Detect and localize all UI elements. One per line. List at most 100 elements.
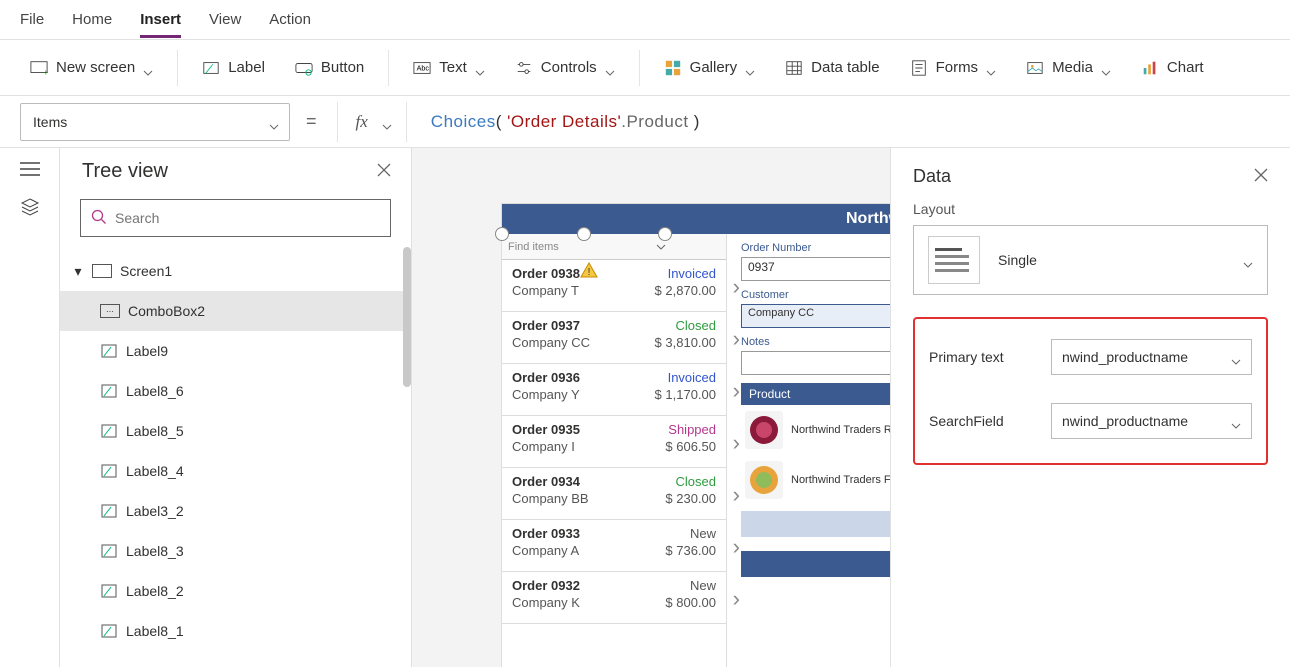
order-amount: $ 1,170.00 <box>655 387 716 402</box>
menu-home[interactable]: Home <box>72 11 112 28</box>
order-status: Invoiced <box>668 266 716 281</box>
tree-node-label: Label8_2 <box>126 583 184 599</box>
chevron-down-icon[interactable] <box>656 241 666 253</box>
chart-button[interactable]: Chart <box>1131 53 1214 83</box>
separator <box>639 50 640 86</box>
layout-selector[interactable]: Single <box>913 225 1268 295</box>
order-list-item[interactable]: Order 0936InvoicedCompany Y$ 1,170.00› <box>502 364 726 416</box>
tree-view-pane: Tree view ▾ Screen1 ⋯ComboBox2Label9Labe… <box>60 148 412 667</box>
formula-prop: .Product <box>621 112 688 131</box>
forms-btn-text: Forms <box>936 59 979 76</box>
tree-title: Tree view <box>82 160 168 183</box>
controls-button[interactable]: Controls <box>505 53 625 83</box>
menu-insert[interactable]: Insert <box>140 11 181 38</box>
tree-node[interactable]: Label8_6 <box>60 371 411 411</box>
selection-handle[interactable] <box>658 227 672 241</box>
left-rail <box>0 148 60 667</box>
tree-node[interactable]: ⋯ComboBox2 <box>60 291 411 331</box>
chevron-right-icon: › <box>733 378 740 404</box>
chevron-down-icon[interactable] <box>382 117 392 127</box>
primary-text-select[interactable]: nwind_productname <box>1051 339 1252 375</box>
order-company: Company BB <box>512 491 589 506</box>
search-input[interactable] <box>115 210 380 226</box>
order-amount: $ 230.00 <box>665 491 716 506</box>
selection-handle[interactable] <box>495 227 509 241</box>
order-number: Order 0935 <box>512 422 580 437</box>
button-button[interactable]: Button <box>285 53 374 83</box>
label-icon <box>202 59 220 77</box>
menu-view[interactable]: View <box>209 11 241 28</box>
layout-thumb <box>928 236 980 284</box>
datatable-button[interactable]: Data table <box>775 53 889 83</box>
label-icon <box>100 622 118 640</box>
text-icon: Abc <box>413 59 431 77</box>
gallery-button[interactable]: Gallery <box>654 53 766 83</box>
forms-button[interactable]: Forms <box>900 53 1007 83</box>
menu-action[interactable]: Action <box>269 11 311 28</box>
chevron-down-icon <box>475 63 485 73</box>
label-icon <box>100 542 118 560</box>
order-list: Find items Order 0938InvoicedCompany T$ … <box>502 234 727 667</box>
fx-icon[interactable]: fx <box>352 112 372 132</box>
order-number: Order 0933 <box>512 526 580 541</box>
data-pane: Data Layout Single Primary text nwind_pr… <box>890 148 1290 667</box>
searchfield-select[interactable]: nwind_productname <box>1051 403 1252 439</box>
order-list-item[interactable]: Order 0934ClosedCompany BB$ 230.00› <box>502 468 726 520</box>
collapse-icon[interactable]: ▾ <box>72 263 84 280</box>
order-amount: $ 606.50 <box>665 439 716 454</box>
scrollbar[interactable] <box>403 247 411 387</box>
order-company: Company K <box>512 595 580 610</box>
tree-node-label: ComboBox2 <box>128 303 205 319</box>
tree-node[interactable]: Label9 <box>60 331 411 371</box>
screen-icon: + <box>30 59 48 77</box>
formula-input[interactable]: Choices( 'Order Details'.Product ) <box>421 112 700 132</box>
chevron-down-icon <box>269 117 279 127</box>
new-screen-button[interactable]: + New screen <box>20 53 163 83</box>
chevron-down-icon <box>1231 352 1241 362</box>
order-list-item[interactable]: Order 0933NewCompany A$ 736.00› <box>502 520 726 572</box>
tree-node[interactable]: Label8_3 <box>60 531 411 571</box>
order-list-item[interactable]: Order 0938InvoicedCompany T$ 2,870.00›! <box>502 260 726 312</box>
tree-node[interactable]: Label3_2 <box>60 491 411 531</box>
tree-node[interactable]: Label8_1 <box>60 611 411 651</box>
selection-handle[interactable] <box>577 227 591 241</box>
chevron-right-icon: › <box>733 326 740 352</box>
tree-node[interactable]: Label8_4 <box>60 451 411 491</box>
close-icon[interactable] <box>377 163 391 180</box>
label-icon <box>100 502 118 520</box>
combobox-selected[interactable]: Find items <box>502 234 726 260</box>
order-list-item[interactable]: Order 0932NewCompany K$ 800.00› <box>502 572 726 624</box>
separator <box>337 102 338 142</box>
tree-node[interactable]: Label8_2 <box>60 571 411 611</box>
label-button[interactable]: Label <box>192 53 275 83</box>
hamburger-icon[interactable] <box>20 162 40 179</box>
media-button[interactable]: Media <box>1016 53 1121 83</box>
separator <box>406 102 407 142</box>
order-amount: $ 2,870.00 <box>655 283 716 298</box>
tree-node[interactable]: Label8_5 <box>60 411 411 451</box>
close-icon[interactable] <box>1254 166 1268 187</box>
property-selector[interactable]: Items <box>20 103 290 141</box>
button-icon <box>295 59 313 77</box>
order-status: Closed <box>676 318 716 333</box>
searchfield-value: nwind_productname <box>1062 413 1188 429</box>
menu-file[interactable]: File <box>20 11 44 28</box>
tree-node-screen[interactable]: ▾ Screen1 <box>60 251 411 291</box>
text-button[interactable]: Abc Text <box>403 53 495 83</box>
primary-text-value: nwind_productname <box>1062 349 1188 365</box>
tree-search[interactable] <box>80 199 391 237</box>
order-company: Company I <box>512 439 575 454</box>
layers-icon[interactable] <box>20 197 40 220</box>
order-list-item[interactable]: Order 0935ShippedCompany I$ 606.50› <box>502 416 726 468</box>
order-list-item[interactable]: Order 0937ClosedCompany CC$ 3,810.00› <box>502 312 726 364</box>
order-company: Company T <box>512 283 579 298</box>
find-placeholder: Find items <box>508 241 559 253</box>
property-name: Items <box>33 114 67 130</box>
label-icon <box>100 462 118 480</box>
tree-list: ▾ Screen1 ⋯ComboBox2Label9Label8_6Label8… <box>60 247 411 667</box>
media-btn-text: Media <box>1052 59 1093 76</box>
order-company: Company CC <box>512 335 590 350</box>
equals-sign: = <box>300 111 323 132</box>
order-amount: $ 736.00 <box>665 543 716 558</box>
primary-text-label: Primary text <box>929 349 1039 365</box>
